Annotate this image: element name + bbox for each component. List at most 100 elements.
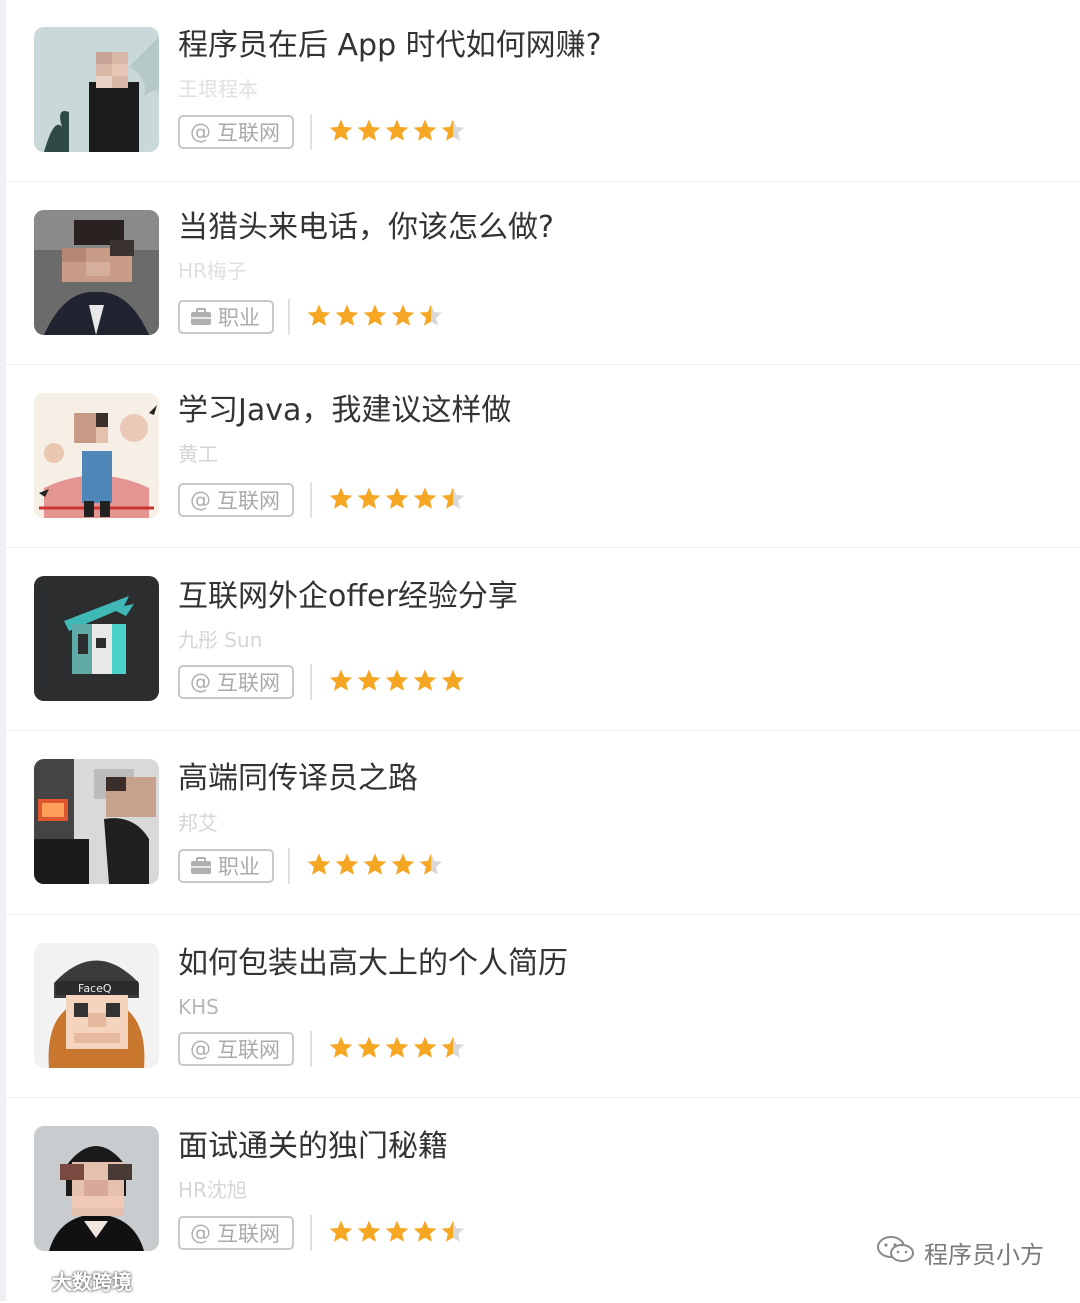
course-item[interactable]: 程序员在后 App 时代如何网赚? 王垠程本 @ 互联网	[6, 0, 1080, 182]
watermark-label: 程序员小方	[924, 1240, 1044, 1269]
star-full-icon	[363, 853, 387, 875]
star-full-icon	[413, 1036, 437, 1058]
course-title[interactable]: 高端同传译员之路	[178, 761, 418, 797]
star-half-icon	[419, 304, 443, 326]
category-tag[interactable]: @ 互联网	[178, 115, 294, 149]
course-item[interactable]: 互联网外企offer经验分享 九彤 Sun @ 互联网	[6, 548, 1080, 731]
star-full-icon	[385, 669, 409, 691]
course-thumbnail[interactable]	[34, 759, 159, 884]
star-full-icon	[413, 119, 437, 141]
course-item[interactable]: 学习Java，我建议这样做 黄工 @ 互联网	[6, 365, 1080, 548]
divider	[310, 114, 312, 150]
briefcase-icon	[190, 857, 212, 875]
category-tag[interactable]: 职业	[178, 300, 274, 334]
star-full-icon	[335, 304, 359, 326]
tag-label: 互联网	[217, 1038, 280, 1062]
course-list: 程序员在后 App 时代如何网赚? 王垠程本 @ 互联网 当猎头来电话，你该怎么…	[6, 0, 1080, 1303]
star-full-icon	[391, 304, 415, 326]
rating-stars	[328, 1219, 466, 1245]
course-title[interactable]: 如何包装出高大上的个人简历	[178, 946, 568, 982]
star-full-icon	[391, 853, 415, 875]
course-author: 邦艾	[178, 811, 218, 835]
course-title[interactable]: 程序员在后 App 时代如何网赚?	[178, 28, 602, 64]
star-full-icon	[357, 1220, 381, 1242]
divider	[310, 664, 312, 700]
star-full-icon	[357, 119, 381, 141]
tag-label: 职业	[218, 306, 260, 330]
at-icon: @	[190, 120, 211, 144]
weibo-icon	[10, 1266, 46, 1295]
star-full-icon	[385, 1036, 409, 1058]
course-author: 九彤 Sun	[178, 628, 263, 652]
star-full-icon	[385, 1220, 409, 1242]
course-item[interactable]: 当猎头来电话，你该怎么做? HR梅子 职业	[6, 182, 1080, 365]
star-full-icon	[357, 669, 381, 691]
star-full-icon	[441, 669, 465, 691]
at-icon: @	[190, 670, 211, 694]
course-thumbnail[interactable]	[34, 576, 159, 701]
at-icon: @	[190, 1037, 211, 1061]
star-half-icon	[441, 119, 465, 141]
briefcase-icon	[190, 308, 212, 326]
course-thumbnail[interactable]	[34, 393, 159, 518]
at-icon: @	[190, 1221, 211, 1245]
star-half-icon	[419, 853, 443, 875]
rating-stars	[328, 668, 466, 694]
star-full-icon	[363, 304, 387, 326]
course-author: HR梅子	[178, 259, 247, 283]
course-author: HR沈旭	[178, 1178, 247, 1202]
course-item[interactable]: 面试通关的独门秘籍 HR沈旭 @ 互联网	[6, 1098, 1080, 1303]
star-full-icon	[329, 1036, 353, 1058]
course-thumbnail[interactable]	[34, 1126, 159, 1251]
at-icon: @	[190, 488, 211, 512]
divider	[310, 482, 312, 518]
tag-label: 互联网	[217, 121, 280, 145]
category-tag[interactable]: @ 互联网	[178, 483, 294, 517]
category-tag[interactable]: 职业	[178, 849, 274, 883]
course-item[interactable]: FaceQ 如何包装出高大上的个人简历 KHS @ 互联网	[6, 915, 1080, 1098]
star-full-icon	[385, 119, 409, 141]
star-full-icon	[329, 487, 353, 509]
star-half-icon	[441, 487, 465, 509]
star-full-icon	[357, 1036, 381, 1058]
course-thumbnail[interactable]: FaceQ	[34, 943, 159, 1068]
category-tag[interactable]: @ 互联网	[178, 1032, 294, 1066]
star-half-icon	[441, 1220, 465, 1242]
course-thumbnail[interactable]	[34, 27, 159, 152]
star-full-icon	[413, 487, 437, 509]
rating-stars	[328, 1035, 466, 1061]
star-full-icon	[307, 853, 331, 875]
course-title[interactable]: 当猎头来电话，你该怎么做?	[178, 210, 554, 246]
star-full-icon	[329, 119, 353, 141]
category-tag[interactable]: @ 互联网	[178, 1216, 294, 1250]
star-full-icon	[413, 669, 437, 691]
watermark-label: 大数跨境	[52, 1270, 132, 1294]
course-title[interactable]: 面试通关的独门秘籍	[178, 1129, 448, 1165]
rating-stars	[328, 486, 466, 512]
star-full-icon	[357, 487, 381, 509]
rating-stars	[328, 118, 466, 144]
course-item[interactable]: 高端同传译员之路 邦艾 职业	[6, 731, 1080, 915]
course-thumbnail[interactable]	[34, 210, 159, 335]
rating-stars	[306, 852, 444, 878]
wechat-watermark: 程序员小方	[876, 1234, 1044, 1270]
svg-text:FaceQ: FaceQ	[78, 982, 112, 995]
wechat-icon	[876, 1234, 916, 1270]
tag-label: 互联网	[217, 671, 280, 695]
course-title[interactable]: 学习Java，我建议这样做	[178, 393, 511, 429]
divider	[310, 1031, 312, 1067]
divider	[288, 848, 290, 884]
category-tag[interactable]: @ 互联网	[178, 665, 294, 699]
tag-label: 职业	[218, 855, 260, 879]
course-author: 黄工	[178, 442, 218, 466]
star-full-icon	[335, 853, 359, 875]
star-full-icon	[413, 1220, 437, 1242]
course-author: 王垠程本	[178, 77, 258, 101]
rating-stars	[306, 303, 444, 329]
course-title[interactable]: 互联网外企offer经验分享	[178, 579, 518, 615]
star-full-icon	[329, 669, 353, 691]
divider	[310, 1215, 312, 1251]
tag-label: 互联网	[217, 1222, 280, 1246]
divider	[288, 299, 290, 335]
tag-label: 互联网	[217, 489, 280, 513]
